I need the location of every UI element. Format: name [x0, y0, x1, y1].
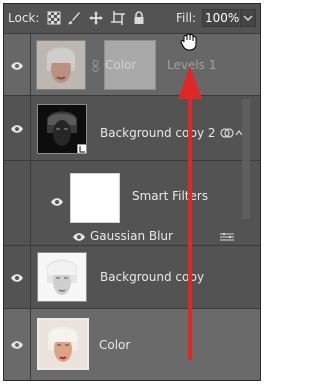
layers-panel: Lock: Fill: 100% Color Levels 1 Backgrou…: [3, 3, 261, 381]
hand-cursor-icon: [180, 33, 197, 51]
drag-direction-arrow: [178, 66, 202, 360]
